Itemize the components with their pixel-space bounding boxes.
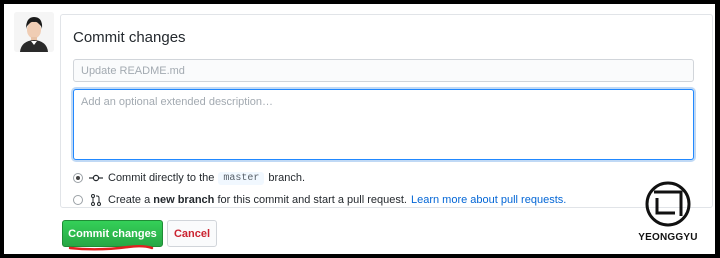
branch-name: master	[218, 171, 265, 185]
new-branch-option[interactable]: Create a new branch for this commit and …	[73, 192, 566, 208]
avatar	[14, 12, 54, 52]
new-branch-bold: new branch	[153, 194, 215, 206]
commit-direct-text: Commit directly to the	[108, 172, 215, 184]
panel-title: Commit changes	[73, 29, 186, 46]
avatar-image	[14, 12, 54, 52]
screenshot-frame: Commit changes Commit directly to the ma…	[4, 4, 715, 254]
commit-direct-option[interactable]: Commit directly to the master branch.	[73, 170, 305, 186]
red-underline-annotation	[68, 245, 154, 251]
git-commit-icon	[89, 172, 103, 184]
watermark-text: YEONGGYU	[638, 232, 698, 243]
new-branch-text: Create a	[108, 194, 151, 206]
commit-panel: Commit changes Commit directly to the ma…	[60, 14, 713, 208]
new-branch-radio[interactable]	[73, 195, 83, 205]
cancel-button[interactable]: Cancel	[167, 220, 217, 247]
commit-direct-text-end: branch.	[268, 172, 306, 184]
git-pull-request-icon	[89, 194, 103, 206]
new-branch-text-end: for this commit and start a pull request…	[217, 194, 407, 206]
commit-description-textarea[interactable]	[73, 89, 694, 160]
commit-direct-radio[interactable]	[73, 173, 83, 183]
learn-more-link[interactable]: Learn more about pull requests.	[411, 194, 566, 206]
commit-summary-input[interactable]	[73, 59, 694, 82]
watermark-logo-icon	[645, 181, 691, 227]
